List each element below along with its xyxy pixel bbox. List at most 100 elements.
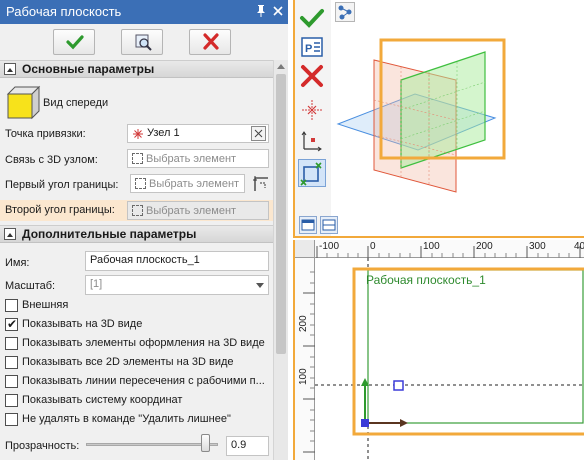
scale-select[interactable]: [1] (85, 275, 269, 295)
point-tool[interactable] (298, 96, 326, 124)
pin-icon[interactable] (254, 4, 268, 20)
node-icon (133, 129, 143, 139)
origin-marker[interactable] (361, 419, 369, 427)
link3d-placeholder: Выбрать элемент (146, 153, 237, 165)
section-extra-header[interactable]: Дополнительные параметры (0, 225, 273, 243)
checkbox-row[interactable]: Показывать линии пересечения с рабочими … (5, 374, 265, 390)
corner2-placeholder: Выбрать элемент (146, 205, 237, 217)
checkbox[interactable] (5, 375, 18, 388)
checkbox[interactable] (5, 356, 18, 369)
transparency-value: 0.9 (231, 439, 247, 451)
chevron-down-icon (256, 283, 264, 288)
name-input[interactable]: Рабочая плоскость_1 (85, 251, 269, 271)
checkbox-label: Показывать элементы оформления на 3D вид… (22, 337, 265, 349)
scroll-up-icon[interactable] (277, 64, 285, 69)
clear-anchor-button[interactable] (251, 126, 266, 141)
checkbox[interactable] (5, 413, 18, 426)
view-cube-icon[interactable] (5, 85, 41, 121)
link3d-label: Связь с 3D узлом: (5, 154, 98, 166)
collapse-icon[interactable] (4, 228, 16, 240)
x-arrow-head (400, 419, 408, 427)
checkbox-row[interactable]: Внешняя (5, 298, 265, 314)
panel-toolbar (0, 24, 288, 60)
properties-icon: P (301, 37, 323, 57)
collapse-icon[interactable] (4, 63, 16, 75)
properties-panel: Рабочая плоскость Основные параметры Вид… (0, 0, 288, 460)
anchor-label: Точка привязки: (5, 128, 86, 140)
scale-value: [1] (90, 278, 103, 290)
checkbox[interactable] (5, 394, 18, 407)
close-icon[interactable] (271, 4, 285, 20)
checkbox[interactable]: ✔ (5, 317, 18, 331)
panel-scroll-area: Основные параметры Вид спереди Точка при… (0, 60, 273, 460)
ruler-h-label: 200 (476, 241, 493, 252)
layout-split-button[interactable] (320, 216, 338, 234)
axis-tool[interactable] (298, 127, 326, 155)
ruler-horizontal: -100 0 100 200 300 40 (315, 240, 584, 258)
anchor-field[interactable]: Узел 1 (127, 124, 269, 143)
section-main-header[interactable]: Основные параметры (0, 60, 273, 78)
transparency-slider-track[interactable] (86, 443, 218, 446)
corner2-label: Второй угол границы: (5, 204, 115, 216)
ruler-h-label: -100 (319, 241, 340, 252)
ruler-v-label: 200 (298, 315, 309, 332)
checkbox-row[interactable]: Показывать элементы оформления на 3D вид… (5, 336, 265, 352)
check-mark: ✔ (7, 317, 18, 331)
panel-titlebar: Рабочая плоскость (0, 0, 288, 24)
anchor-value: Узел 1 (147, 127, 180, 139)
ruler-h-label: 100 (423, 241, 440, 252)
view-options-button[interactable] (335, 2, 355, 22)
preview-icon (135, 34, 152, 51)
link3d-field[interactable]: Выбрать элемент (127, 149, 269, 168)
plane-boundary (367, 269, 584, 424)
axis-icon (301, 131, 322, 152)
viewport-2d[interactable]: -100 0 100 200 300 40 200 100 (293, 240, 584, 460)
name-value: Рабочая плоскость_1 (90, 254, 200, 266)
layout-single-button[interactable] (299, 216, 317, 234)
network-icon (338, 5, 352, 20)
checkbox-label: Показывать линии пересечения с рабочими … (22, 375, 265, 387)
plane-name-label: Рабочая плоскость_1 (366, 273, 486, 287)
transparency-slider-thumb[interactable] (200, 434, 210, 452)
transparency-label: Прозрачность: (5, 440, 80, 452)
checkbox[interactable] (5, 337, 18, 350)
checkbox-row[interactable]: Не удалять в команде "Удалить лишнее" (5, 412, 265, 428)
checkbox-row[interactable]: Показывать все 2D элементы на 3D виде (5, 355, 265, 371)
corner2-field[interactable]: Выбрать элемент (127, 201, 269, 220)
checkbox-row[interactable]: ✔ Показывать на 3D виде (5, 317, 265, 333)
corner1-field[interactable]: Выбрать элемент (130, 174, 245, 193)
scale-label: Масштаб: (5, 280, 56, 292)
scroll-thumb[interactable] (276, 74, 286, 354)
ruler-h-label: 0 (370, 241, 376, 252)
checkbox[interactable] (5, 299, 18, 312)
properties-tool[interactable]: P (298, 33, 326, 61)
ruler-h-label: 300 (529, 241, 546, 252)
viewport-3d[interactable]: P (293, 0, 584, 238)
section-extra-title: Дополнительные параметры (22, 227, 197, 241)
checkbox-label: Внешняя (22, 299, 69, 311)
node-icon (302, 100, 322, 120)
anchor-node-marker[interactable] (393, 380, 404, 391)
corner-frame-icon (300, 162, 322, 186)
corner1-placeholder: Выбрать элемент (149, 178, 240, 190)
apply-tool[interactable] (298, 4, 326, 32)
panel-title: Рабочая плоскость (6, 4, 122, 19)
ruler-h-label: 40 (574, 241, 584, 252)
cancel-tool[interactable] (298, 62, 326, 90)
corner-tool[interactable] (298, 159, 326, 187)
cancel-button[interactable] (189, 29, 231, 55)
split-window-icon (322, 219, 336, 231)
ruler-corner (295, 240, 315, 258)
tool-strip: P (295, 0, 331, 236)
view-label: Вид спереди (43, 97, 109, 109)
ruler-v-label: 100 (298, 368, 309, 385)
checkbox-row[interactable]: Показывать систему координат (5, 393, 265, 409)
transparency-input[interactable]: 0.9 (226, 436, 269, 456)
panel-scrollbar[interactable] (273, 60, 288, 460)
corner-pick-button[interactable] (251, 174, 269, 193)
clear-icon (254, 129, 263, 138)
preview-button[interactable] (121, 29, 163, 55)
ok-button[interactable] (53, 29, 95, 55)
svg-text:P: P (305, 43, 312, 55)
selection-frame (352, 267, 584, 436)
